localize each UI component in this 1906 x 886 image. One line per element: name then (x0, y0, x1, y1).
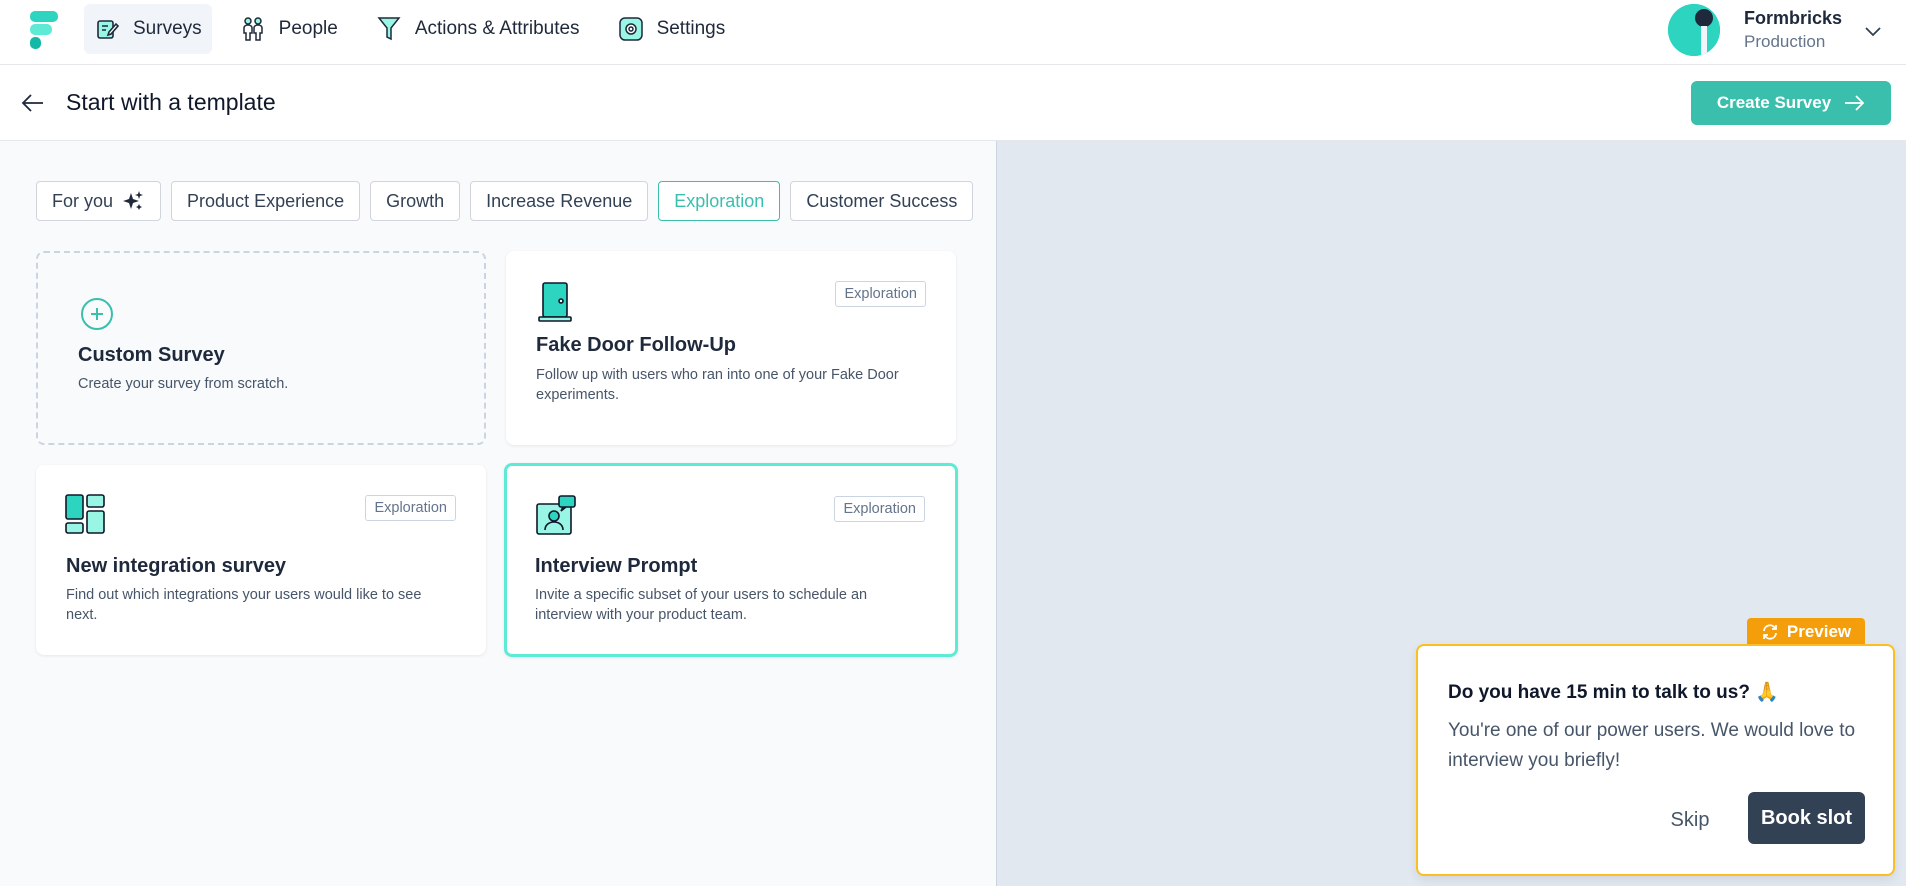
filter-exploration[interactable]: Exploration (658, 181, 781, 221)
preview-badge-label: Preview (1786, 622, 1852, 641)
question-headline: Do you have 15 min to talk to us? 🙏 (1448, 682, 1779, 703)
template-description: Invite a specific subset of your users t… (535, 587, 868, 623)
template-title: New integration survey (66, 555, 287, 577)
door-icon (538, 282, 572, 322)
filter-increase-revenue[interactable]: Increase Revenue (470, 181, 649, 221)
nav-label: People (278, 18, 338, 39)
category-tag: Exploration (365, 495, 456, 521)
nav-surveys[interactable]: Surveys (84, 4, 212, 54)
nav-label: Settings (656, 18, 726, 39)
category-filters: For you Product Experience Growth Increa… (36, 181, 983, 221)
template-card-fake-door[interactable]: Exploration Fake Door Follow-Up Follow u… (506, 251, 956, 445)
people-icon (240, 16, 266, 42)
chevron-down-icon[interactable] (1862, 20, 1884, 42)
page-header: Start with a template Create Survey (0, 65, 1906, 141)
filter-product-experience[interactable]: Product Experience (171, 181, 361, 221)
plus-circle-icon (81, 298, 113, 330)
formbricks-logo[interactable] (30, 11, 60, 49)
nav-actions-attributes[interactable]: Actions & Attributes (366, 4, 590, 54)
template-title: Fake Door Follow-Up (536, 334, 736, 356)
nav-settings[interactable]: Settings (608, 4, 736, 54)
template-description: Follow up with users who ran into one of… (536, 367, 899, 403)
filter-label: Customer Success (806, 190, 958, 211)
nav-label: Actions & Attributes (414, 18, 580, 39)
template-title: Custom Survey (78, 344, 225, 366)
template-panel: For you Product Experience Growth Increa… (0, 141, 996, 886)
filter-label: Product Experience (187, 190, 345, 211)
preview-badge[interactable]: Preview (1747, 618, 1865, 646)
survey-preview-card: Do you have 15 min to talk to us? 🙏 You'… (1416, 644, 1895, 876)
refresh-icon (1762, 624, 1777, 640)
back-arrow-icon[interactable] (20, 90, 46, 116)
top-navigation: Surveys People Actions & Attributes Sett… (0, 0, 1906, 65)
filter-label: For you (52, 190, 114, 211)
gear-icon (618, 16, 644, 42)
survey-pen-icon (94, 16, 120, 42)
filter-label: Exploration (674, 190, 765, 211)
arrow-right-icon (1845, 95, 1865, 111)
filter-growth[interactable]: Growth (370, 181, 461, 221)
filter-for-you[interactable]: For you (36, 181, 162, 221)
template-card-interview-prompt[interactable]: Exploration Interview Prompt Invite a sp… (504, 463, 958, 657)
book-slot-button[interactable]: Book slot (1748, 792, 1865, 844)
nav-people[interactable]: People (230, 4, 348, 54)
interview-icon (536, 495, 576, 535)
template-description: Create your survey from scratch. (78, 376, 289, 392)
org-environment: Production (1744, 32, 1826, 51)
filter-label: Increase Revenue (486, 190, 633, 211)
template-card-custom-survey[interactable]: Custom Survey Create your survey from sc… (36, 251, 486, 445)
filter-label: Growth (386, 190, 445, 211)
filter-customer-success[interactable]: Customer Success (790, 181, 974, 221)
template-description: Find out which integrations your users w… (66, 587, 422, 623)
skip-button[interactable]: Skip (1660, 794, 1720, 846)
page-title: Start with a template (66, 89, 276, 115)
create-survey-button[interactable]: Create Survey (1691, 81, 1891, 125)
nav-label: Surveys (133, 18, 202, 39)
create-survey-label: Create Survey (1716, 93, 1832, 112)
category-tag: Exploration (835, 281, 926, 307)
category-tag: Exploration (834, 496, 925, 522)
org-switcher[interactable]: Formbricks Production (1744, 8, 1842, 52)
question-subheader: You're one of our power users. We would … (1448, 720, 1856, 771)
layout-grid-icon (65, 494, 105, 534)
filter-funnel-icon (376, 16, 402, 42)
avatar[interactable] (1668, 4, 1720, 56)
org-name: Formbricks (1744, 8, 1843, 28)
template-card-new-integration[interactable]: Exploration New integration survey Find … (36, 465, 486, 655)
template-title: Interview Prompt (535, 555, 698, 577)
sparkles-icon (123, 191, 144, 210)
